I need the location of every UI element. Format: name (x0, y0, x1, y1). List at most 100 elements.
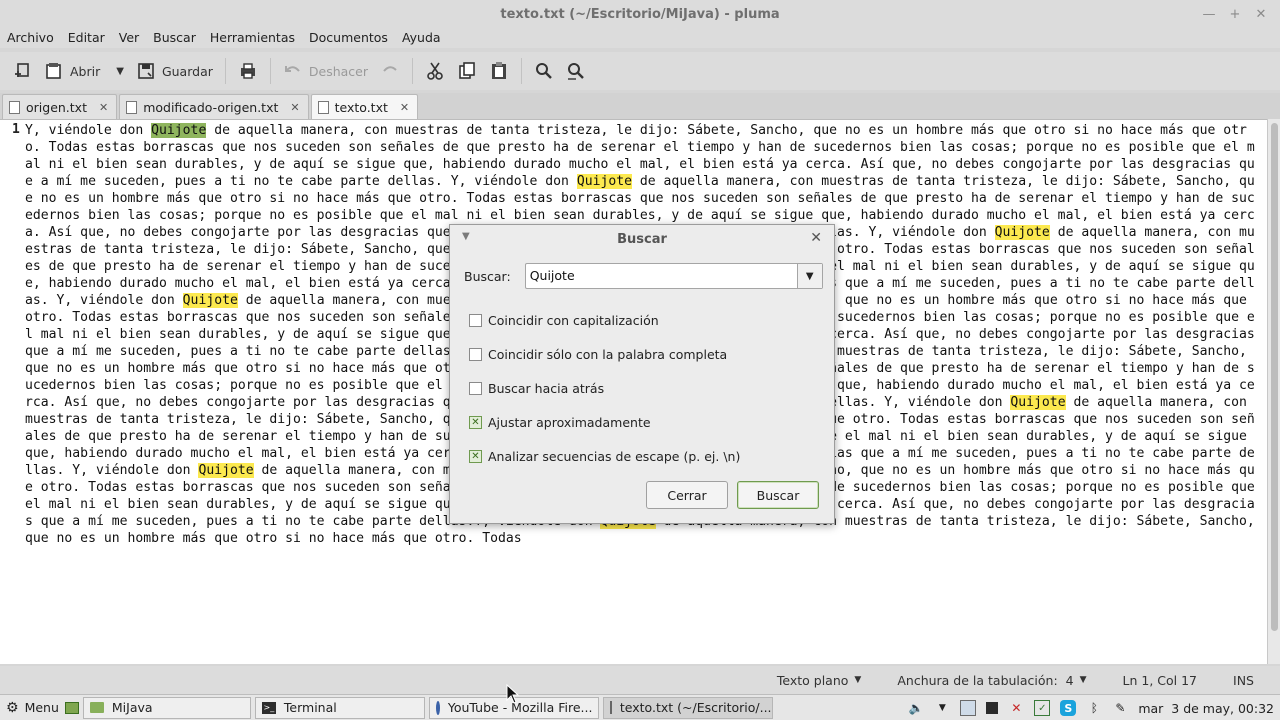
open-label: Abrir (70, 63, 101, 79)
option-whole-word[interactable]: Coincidir sólo con la palabra completa (469, 347, 727, 362)
option-match-case[interactable]: Coincidir con capitalización (469, 313, 659, 328)
tab-origen[interactable]: origen.txt ✕ (2, 94, 118, 119)
text-file-icon (9, 100, 20, 114)
chevron-down-icon[interactable]: ▼ (934, 700, 950, 716)
search-backwards-checkbox[interactable] (469, 382, 482, 395)
cut-button[interactable] (419, 56, 451, 86)
insert-mode: INS (1233, 672, 1254, 688)
new-document-icon (15, 63, 29, 77)
clock[interactable]: mar 3 de may, 00:32 (1138, 701, 1274, 716)
close-window-icon[interactable]: ✕ (1248, 4, 1274, 24)
search-combobox[interactable]: Quijote ▼ (524, 263, 823, 289)
option-wrap-around[interactable]: ✕ Ajustar aproximadamente (469, 415, 651, 430)
search-input[interactable]: Quijote (526, 264, 798, 288)
whole-word-checkbox[interactable] (469, 348, 482, 361)
wrap-around-checkbox[interactable]: ✕ (469, 416, 482, 429)
text-file-icon (126, 100, 138, 114)
paste-icon (492, 62, 506, 79)
search-match: Quijote (994, 225, 1050, 240)
menu-ver[interactable]: Ver (112, 28, 146, 48)
option-label: Coincidir con capitalización (488, 313, 659, 328)
search-match: Quijote (182, 293, 238, 308)
text-file-icon (317, 100, 329, 114)
tab-label: origen.txt (26, 99, 87, 115)
replace-button[interactable] (560, 56, 592, 86)
copy-button[interactable] (451, 56, 483, 86)
menu-herramientas[interactable]: Herramientas (203, 28, 302, 48)
search-label: Buscar: (464, 268, 511, 284)
dialog-titlebar[interactable]: ▼ Buscar ✕ (450, 225, 834, 253)
find-button[interactable] (528, 56, 560, 86)
editor-scrollbar[interactable] (1267, 119, 1280, 664)
close-tab-icon[interactable]: ✕ (99, 101, 108, 114)
search-row: Buscar: Quijote ▼ (464, 263, 823, 289)
selected-search-match: Quijote (151, 123, 207, 138)
close-icon[interactable]: ✕ (810, 230, 822, 246)
scrollbar-thumb[interactable] (1271, 123, 1278, 631)
tab-width-selector[interactable]: Anchura de la tabulación: 4 ▼ (897, 673, 1086, 688)
tab-texto[interactable]: texto.txt ✕ (310, 94, 419, 119)
close-button[interactable]: Cerrar (646, 481, 728, 509)
task-label: MiJava (111, 700, 153, 715)
status-bar: Texto plano ▼ Anchura de la tabulación: … (0, 666, 1280, 694)
stop-icon[interactable] (986, 702, 999, 714)
undo-button[interactable]: Deshacer (277, 56, 374, 86)
volume-icon[interactable]: 🔈 (908, 700, 924, 716)
menu-editar[interactable]: Editar (61, 28, 112, 48)
tab-label: modificado-origen.txt (143, 99, 279, 115)
update-manager-icon[interactable] (960, 700, 977, 716)
chevron-down-icon[interactable]: ▼ (797, 264, 822, 288)
option-search-backwards[interactable]: Buscar hacia atrás (469, 381, 604, 396)
language-selector[interactable]: Texto plano ▼ (777, 673, 861, 688)
main-menu-button[interactable]: ⚙ Menu (0, 697, 65, 719)
window-titlebar[interactable]: texto.txt (~/Escritorio/MiJava) - pluma … (0, 0, 1280, 28)
checkbox-tray-icon[interactable]: ✓ (1034, 700, 1051, 716)
paste-button[interactable] (483, 56, 515, 86)
skype-icon[interactable]: S (1060, 700, 1077, 716)
main-menu-label: Menu (24, 700, 59, 715)
escape-sequences-checkbox[interactable]: ✕ (469, 450, 482, 463)
scissors-icon (427, 62, 443, 80)
toolbar-separator (269, 58, 271, 84)
copy-icon (459, 62, 475, 79)
open-button[interactable]: Abrir ▼ (38, 56, 130, 86)
task-texto[interactable]: texto.txt (~/Escritorio/... (602, 696, 773, 719)
maximize-icon[interactable]: + (1222, 4, 1248, 24)
menu-bar: Archivo Editar Ver Buscar Herramientas D… (0, 28, 1280, 48)
tab-modificado-origen[interactable]: modificado-origen.txt ✕ (119, 94, 309, 119)
language-label: Texto plano (776, 672, 849, 688)
match-case-checkbox[interactable] (469, 314, 482, 327)
bluetooth-icon[interactable]: ᛒ (1086, 700, 1102, 716)
task-mijava[interactable]: MiJava (82, 696, 251, 719)
open-folder-icon (46, 63, 61, 79)
close-tab-icon[interactable]: ✕ (400, 101, 409, 114)
find-button[interactable]: Buscar (737, 481, 819, 509)
new-document-button[interactable] (6, 56, 38, 86)
menu-ayuda[interactable]: Ayuda (395, 28, 448, 48)
menu-documentos[interactable]: Documentos (302, 28, 395, 48)
print-button[interactable] (232, 56, 264, 86)
window-title: texto.txt (~/Escritorio/MiJava) - pluma (500, 6, 780, 22)
toolbar: Abrir ▼ Guardar Deshacer (0, 52, 1280, 90)
open-recent-dropdown-icon[interactable]: ▼ (116, 66, 124, 77)
show-desktop-button[interactable] (64, 697, 83, 719)
option-label: Ajustar aproximadamente (488, 415, 651, 430)
redo-button[interactable] (374, 56, 406, 86)
menu-archivo[interactable]: Archivo (0, 28, 61, 48)
save-button[interactable]: Guardar (130, 56, 219, 86)
network-disconnected-icon[interactable]: ✕ (1008, 700, 1024, 716)
mouse-pointer-icon (506, 684, 520, 704)
window-menu-icon[interactable]: ▼ (462, 231, 470, 242)
toolbar-separator (412, 58, 413, 84)
close-tab-icon[interactable]: ✕ (290, 101, 299, 114)
bottom-panel: ⚙ Menu MiJava >_ Terminal YouTube - Mozi… (0, 694, 1280, 720)
toolbar-separator (224, 58, 226, 84)
system-tray: 🔈 ▼ ✕ ✓ S ᛒ ✎ mar 3 de may, 00:32 (908, 695, 1274, 720)
option-escape-sequences[interactable]: ✕ Analizar secuencias de escape (p. ej. … (469, 449, 740, 464)
pen-icon[interactable]: ✎ (1112, 700, 1128, 716)
task-terminal[interactable]: >_ Terminal (254, 696, 425, 719)
minimize-icon[interactable]: — (1196, 4, 1222, 24)
menu-buscar[interactable]: Buscar (146, 28, 203, 48)
cursor-position: Ln 1, Col 17 (1122, 672, 1198, 688)
gear-icon: ⚙ (6, 699, 19, 716)
